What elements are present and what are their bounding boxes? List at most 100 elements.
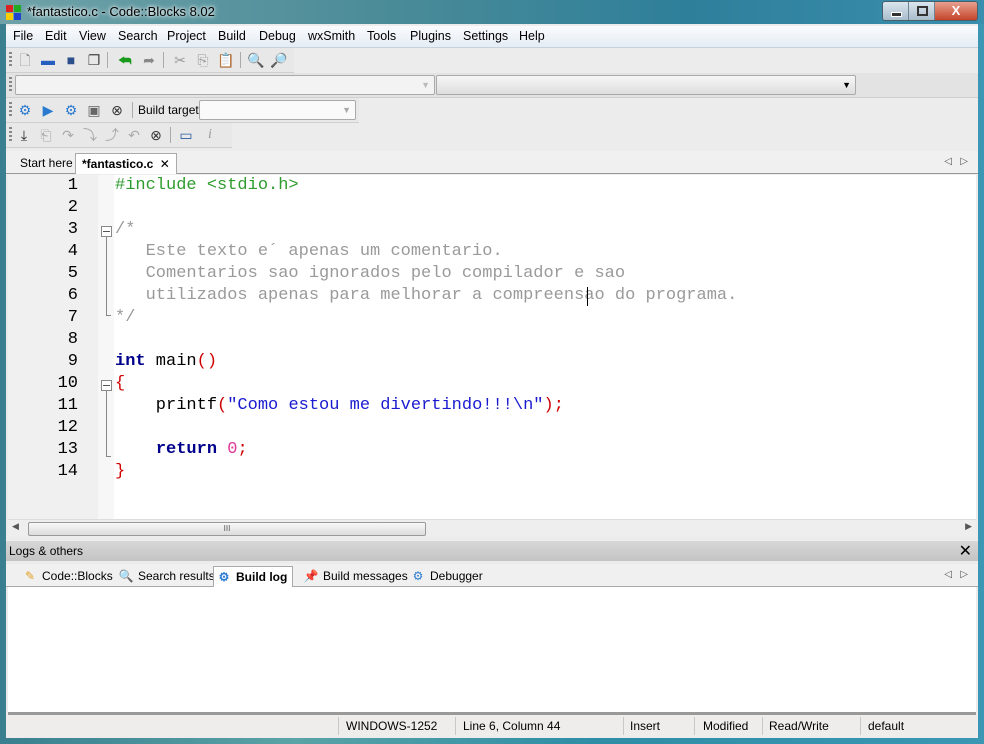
close-window-button[interactable]: X [935, 2, 977, 20]
toolbar-grip[interactable] [9, 102, 12, 118]
code-token: ); [543, 396, 564, 415]
menu-plugins[interactable]: Plugins [410, 29, 451, 43]
pin-icon: 📌 [303, 569, 319, 583]
main-window: File Edit View Search Project Build Debu… [6, 24, 978, 738]
menu-help[interactable]: Help [519, 29, 545, 43]
codeblocks-app-icon [6, 5, 21, 20]
minimize-button[interactable] [883, 2, 909, 20]
stop-debug-icon[interactable]: ⊗ [147, 126, 165, 144]
run-icon[interactable]: ▶ [39, 101, 57, 119]
code-token: Comentarios sao ignorados pelo compilado… [115, 264, 626, 283]
code-editor[interactable]: 1 2 3 4 5 6 7 8 9 10 11 12 13 14 #include <stdio.h>/*… [8, 175, 976, 519]
menu-tools[interactable]: Tools [367, 29, 396, 43]
build-target-combo[interactable]: ▼ [199, 100, 356, 120]
menu-build[interactable]: Build [218, 29, 246, 43]
code-token: /* [115, 220, 136, 239]
toolbar-grip[interactable] [9, 127, 12, 143]
menu-settings[interactable]: Settings [463, 29, 508, 43]
chevron-down-icon: ▼ [842, 80, 851, 90]
status-cursor-position: Line 6, Column 44 [463, 719, 561, 733]
code-line: int main() [115, 352, 217, 371]
build-log-output[interactable] [8, 587, 976, 715]
toolbar-grip[interactable] [9, 77, 12, 93]
code-token: () [196, 352, 218, 371]
code-line: #include <stdio.h> [115, 176, 299, 195]
cut-icon[interactable]: ✂ [171, 51, 189, 69]
tab-build-messages[interactable]: 📌 Build messages [301, 566, 408, 586]
menu-edit[interactable]: Edit [45, 29, 67, 43]
abort-icon[interactable]: ⊗ [108, 101, 126, 119]
tab-codeblocks-log[interactable]: ✎ Code::Blocks [20, 566, 113, 586]
copy-icon[interactable]: ⎘ [194, 51, 212, 69]
close-logs-icon[interactable]: ✕ [959, 541, 972, 561]
line-number: 6 [67, 286, 78, 305]
line-number: 10 [57, 374, 78, 393]
line-number: 14 [57, 462, 78, 481]
code-token: main [145, 352, 197, 371]
run-to-cursor-icon[interactable]: ⎗ [37, 126, 55, 144]
menu-project[interactable]: Project [167, 29, 206, 43]
fold-line [106, 236, 107, 316]
log-tab-scroll-arrows[interactable]: ◁ ▷ [944, 569, 968, 580]
close-tab-icon[interactable]: ✕ [160, 157, 170, 171]
build-icon[interactable]: ⚙ [16, 101, 34, 119]
tab-build-log[interactable]: ⚙ Build log [213, 566, 294, 587]
status-encoding: WINDOWS-1252 [346, 719, 438, 733]
save-all-icon[interactable]: ❐ [85, 51, 103, 69]
text-cursor [587, 287, 588, 306]
next-line-icon[interactable]: ↷ [59, 126, 77, 144]
line-number: 9 [67, 352, 78, 371]
horizontal-scrollbar[interactable]: ◀ III ▶ [8, 519, 976, 537]
logs-panel-header: Logs & others ✕ [6, 541, 978, 561]
build-target-label: Build target: [138, 103, 203, 117]
menu-view[interactable]: View [79, 29, 106, 43]
maximize-button[interactable] [909, 2, 935, 20]
tab-debugger[interactable]: ⚙ Debugger [408, 566, 483, 586]
menu-file[interactable]: File [13, 29, 33, 43]
magnifier-icon: 🔍 [118, 569, 134, 583]
debug-windows-icon[interactable]: ▭ [177, 126, 195, 144]
debug-run-icon[interactable]: ⤓ [15, 126, 33, 144]
undo-icon[interactable]: ⮪ [116, 51, 134, 69]
code-line: } [115, 462, 125, 481]
menu-wxsmith[interactable]: wxSmith [308, 29, 355, 43]
code-token: #include <stdio.h> [115, 176, 299, 195]
tab-scroll-arrows[interactable]: ◁ ▷ [944, 156, 968, 167]
chevron-down-icon: ▼ [421, 80, 430, 90]
scope-combo[interactable]: ▼ [15, 75, 435, 95]
paste-icon[interactable]: 📋 [217, 51, 235, 69]
rebuild-icon[interactable]: ▣ [85, 101, 103, 119]
code-token: Este texto e´ apenas um comentario. [115, 242, 503, 261]
line-number: 1 [67, 176, 78, 195]
tab-fantastico-c[interactable]: *fantastico.c ✕ [75, 153, 177, 174]
tab-start-here[interactable]: Start here [14, 153, 79, 173]
tab-search-results[interactable]: 🔍 Search results [116, 566, 215, 586]
step-out-icon[interactable]: ⤴ [103, 126, 121, 144]
replace-icon[interactable]: 🔎 [270, 51, 288, 69]
code-line: utilizados apenas para melhorar a compre… [115, 286, 738, 305]
info-icon[interactable]: i [201, 126, 219, 144]
function-combo[interactable]: ▼ [436, 75, 856, 95]
debugger-toolbar: ⤓ ⎗ ↷ ⤵ ⤴ ↶ ⊗ ▭ i [6, 123, 232, 148]
menu-search[interactable]: Search [118, 29, 158, 43]
new-file-icon[interactable]: 🗋 [16, 51, 34, 69]
menu-debug[interactable]: Debug [259, 29, 296, 43]
gear-icon: ⚙ [412, 569, 424, 583]
next-instruction-icon[interactable]: ↶ [125, 126, 143, 144]
code-line: printf("Como estou me divertindo!!!\n"); [115, 396, 564, 415]
redo-icon[interactable]: ➦ [140, 51, 158, 69]
open-icon[interactable]: ▬ [39, 51, 57, 69]
scrollbar-thumb[interactable]: III [28, 522, 426, 536]
find-icon[interactable]: 🔍 [247, 51, 265, 69]
step-into-icon[interactable]: ⤵ [81, 126, 99, 144]
save-icon[interactable]: ■ [62, 51, 80, 69]
scroll-left-icon[interactable]: ◀ [12, 521, 19, 532]
toolbar-grip[interactable] [9, 52, 12, 68]
build-run-icon[interactable]: ⚙ [62, 101, 80, 119]
scroll-right-icon[interactable]: ▶ [965, 521, 972, 532]
line-number: 12 [57, 418, 78, 437]
code-token: ( [217, 396, 228, 415]
code-line: return 0; [115, 440, 248, 459]
code-line: Este texto e´ apenas um comentario. [115, 242, 503, 261]
pencil-icon: ✎ [24, 569, 36, 583]
